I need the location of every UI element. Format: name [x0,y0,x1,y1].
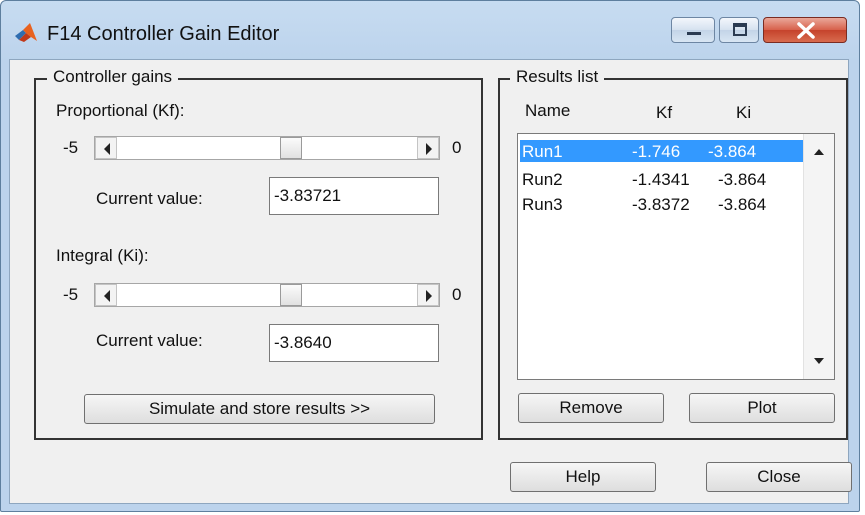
proportional-value-field[interactable]: -3.83721 [269,177,439,215]
column-header-ki: Ki [736,103,752,122]
proportional-current-label: Current value: [96,189,203,208]
slider-left-arrow[interactable] [95,284,117,306]
run-kf: -1.746 [632,142,681,161]
title-bar[interactable]: F14 Controller Gain Editor [1,1,859,59]
column-header-name: Name [525,101,571,120]
run-name: Run2 [522,170,563,189]
close-icon [797,22,815,39]
minimize-button[interactable] [671,17,715,43]
results-list-label: Results list [510,67,605,87]
maximize-button[interactable] [719,17,759,43]
integral-value-field[interactable]: -3.8640 [269,324,439,362]
window-title: F14 Controller Gain Editor [47,23,280,45]
integral-min-label: -5 [63,285,79,304]
close-window-button[interactable] [763,17,847,43]
integral-slider-thumb[interactable] [280,284,302,306]
maximize-icon [733,23,747,36]
run-ki: -3.864 [718,195,767,214]
proportional-min-label: -5 [63,138,79,157]
run-name: Run3 [522,195,563,214]
integral-label: Integral (Ki): [56,246,149,265]
slider-right-arrow[interactable] [417,137,439,159]
run-kf: -3.8372 [632,195,690,214]
slider-right-arrow[interactable] [417,284,439,306]
run-ki: -3.864 [718,170,767,189]
help-button[interactable]: Help [510,462,656,492]
list-scrollbar[interactable] [803,134,834,379]
simulate-button[interactable]: Simulate and store results >> [84,394,435,424]
scroll-down-icon[interactable] [814,357,824,365]
arrow-left-icon [104,143,110,155]
proportional-slider-thumb[interactable] [280,137,302,159]
arrow-right-icon [426,143,432,155]
run-ki: -3.864 [708,142,757,161]
scroll-up-icon[interactable] [814,148,824,156]
proportional-max-label: 0 [452,138,462,157]
proportional-label: Proportional (Kf): [56,101,185,120]
column-header-kf: Kf [656,103,673,122]
integral-max-label: 0 [452,285,462,304]
results-listbox[interactable]: Run1 -1.746 -3.864 Run2 -1.4341 -3.864 R… [517,133,835,380]
run-kf: -1.4341 [632,170,690,189]
arrow-right-icon [426,290,432,302]
integral-current-label: Current value: [96,331,203,350]
integral-slider[interactable] [94,283,440,307]
matlab-logo-icon [15,23,37,42]
run-name: Run1 [522,142,563,161]
minimize-icon [687,32,701,35]
app-window: F14 Controller Gain Editor Controller ga… [0,0,860,512]
plot-button[interactable]: Plot [689,393,835,423]
slider-left-arrow[interactable] [95,137,117,159]
list-item[interactable]: Run3 -3.8372 -3.864 [520,193,803,215]
proportional-slider[interactable] [94,136,440,160]
list-item[interactable]: Run2 -1.4341 -3.864 [520,168,803,190]
controller-gains-label: Controller gains [47,67,179,87]
close-button[interactable]: Close [706,462,852,492]
arrow-left-icon [104,290,110,302]
list-item[interactable]: Run1 -1.746 -3.864 [520,140,803,162]
remove-button[interactable]: Remove [518,393,664,423]
